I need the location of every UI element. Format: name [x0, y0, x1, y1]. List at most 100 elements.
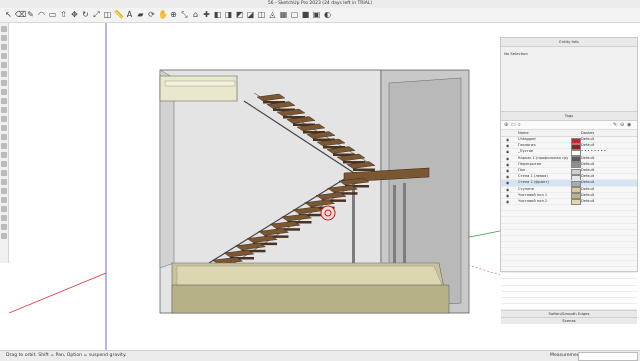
tag-tool-icon[interactable]: ✎ [613, 122, 617, 128]
tag-dashes[interactable]: • • • • • • • • [581, 149, 606, 154]
left-tool-icon[interactable] [1, 107, 7, 113]
left-tool-icon[interactable] [1, 224, 7, 230]
search-icon[interactable]: ⌕ [518, 122, 521, 128]
model-canvas[interactable] [8, 23, 501, 350]
visibility-eye-icon[interactable]: ◉ [506, 199, 509, 204]
pan-icon[interactable]: ✋ [158, 10, 168, 19]
left-tool-icon[interactable] [1, 35, 7, 41]
left-tool-icon[interactable] [1, 197, 7, 203]
left-tool-icon[interactable] [1, 179, 7, 185]
text-icon[interactable]: A [125, 10, 134, 19]
main-toolbar: ↖ ⌫ ✎ ◠ ▭ ⇧ ✥ ↻ ⤢ ◫ 📏 A ▰ ⟳ ✋ ⊕ ⤡ ⌂ ✚ ◧ ◨ ◩ ◪ ◫ ◬ ▦ ▢ ■ ▣ ◐ [0, 8, 640, 23]
tag-color-swatch[interactable] [571, 199, 581, 206]
right-view-icon[interactable]: ◪ [246, 10, 255, 19]
tag-dashes[interactable]: Default [581, 156, 594, 161]
eraser-icon[interactable]: ⌫ [15, 10, 26, 19]
red-axis [8, 272, 107, 314]
tag-dashes[interactable]: Default [581, 174, 594, 179]
visibility-eye-icon[interactable]: ◉ [506, 187, 509, 192]
xray-icon[interactable]: ▦ [279, 10, 288, 19]
arc-icon[interactable]: ◠ [37, 10, 46, 19]
add-folder-icon[interactable]: ▭ [511, 122, 516, 128]
iso-view-icon[interactable]: ◧ [213, 10, 222, 19]
left-tool-icon[interactable] [1, 134, 7, 140]
tag-dashes[interactable]: Default [581, 193, 594, 198]
entity-info-header[interactable]: Entity Info [501, 38, 637, 47]
visibility-eye-icon[interactable]: ◉ [506, 143, 509, 148]
selection-label: No Selection [504, 51, 528, 56]
left-tool-icon[interactable] [1, 215, 7, 221]
window-title: 56 - SketchUp Pro 2023 (24 days left in … [267, 1, 373, 6]
left-tool-icon[interactable] [1, 170, 7, 176]
zoom-icon[interactable]: ⊕ [169, 10, 178, 19]
left-tool-icon[interactable] [1, 116, 7, 122]
tag-name: Каркас 1 (профильная труба 100х... [518, 155, 568, 160]
zoom-extents-icon[interactable]: ⤡ [180, 10, 189, 19]
top-view-icon[interactable]: ◨ [224, 10, 233, 19]
extension-icon[interactable]: ✚ [202, 10, 211, 19]
rotate-icon[interactable]: ↻ [81, 10, 90, 19]
rectangle-icon[interactable]: ▭ [48, 10, 57, 19]
left-tool-icon[interactable] [1, 89, 7, 95]
monochrome-icon[interactable]: ◐ [323, 10, 332, 19]
visibility-eye-icon[interactable]: ◉ [506, 180, 509, 185]
left-tool-icon[interactable] [1, 80, 7, 86]
visibility-eye-icon[interactable]: ◉ [506, 162, 509, 167]
tag-name: _Пустое [518, 149, 534, 154]
move-icon[interactable]: ✥ [70, 10, 79, 19]
warehouse-icon[interactable]: ⌂ [191, 10, 200, 19]
delete-tag-icon[interactable]: ⊖ [620, 122, 624, 128]
select-icon[interactable]: ↖ [4, 10, 13, 19]
left-tool-icon[interactable] [1, 98, 7, 104]
left-tool-icon[interactable] [1, 62, 7, 68]
back-view-icon[interactable]: ◫ [257, 10, 266, 19]
left-tool-icon[interactable] [1, 206, 7, 212]
add-tag-icon[interactable]: ⊕ [504, 122, 508, 128]
pencil-icon[interactable]: ✎ [26, 10, 35, 19]
visibility-eye-icon[interactable]: ◉ [506, 156, 509, 161]
textured-icon[interactable]: ▣ [312, 10, 321, 19]
name-column-header[interactable]: Name [518, 131, 529, 135]
tag-dashes[interactable]: Default [581, 187, 594, 192]
tag-dashes[interactable]: Default [581, 162, 594, 167]
tag-dashes[interactable]: Default [581, 180, 594, 185]
left-tool-icon[interactable] [1, 188, 7, 194]
drawing-viewport[interactable] [8, 23, 501, 350]
tag-dashes[interactable]: Default [581, 137, 594, 142]
tag-row[interactable]: ◉ Чистовой пол 2 Default [501, 199, 637, 206]
left-tool-icon[interactable] [1, 26, 7, 32]
shaded-icon[interactable]: ■ [301, 10, 310, 19]
visibility-eye-icon[interactable]: ◉ [506, 174, 509, 179]
orbit-icon[interactable]: ⟳ [147, 10, 156, 19]
left-tool-icon[interactable] [1, 53, 7, 59]
left-tool-icon[interactable] [1, 125, 7, 131]
visibility-eye-icon[interactable]: ◉ [506, 168, 509, 173]
tape-measure-icon[interactable]: 📏 [114, 10, 124, 19]
visibility-eye-icon[interactable]: ◉ [506, 137, 509, 142]
dashes-column-header[interactable]: Dashes [581, 131, 594, 135]
wireframe-icon[interactable]: ▢ [290, 10, 299, 19]
tag-dashes[interactable]: Default [581, 168, 594, 173]
tag-dashes[interactable]: Default [581, 143, 594, 148]
scale-icon[interactable]: ⤢ [92, 10, 101, 19]
left-view-icon[interactable]: ◬ [268, 10, 277, 19]
visibility-eye-icon[interactable]: ◉ [506, 149, 509, 154]
front-view-icon[interactable]: ◩ [235, 10, 244, 19]
tag-name: Ступени [518, 186, 534, 191]
soften-edges-header[interactable]: Soften/Smooth Edges [501, 310, 637, 318]
left-tool-icon[interactable] [1, 71, 7, 77]
paint-bucket-icon[interactable]: ▰ [136, 10, 145, 19]
status-hint: Drag to orbit. Shift = Pan, Option = sus… [6, 353, 127, 358]
left-tool-icon[interactable] [1, 161, 7, 167]
tag-dashes[interactable]: Default [581, 199, 594, 204]
details-icon[interactable]: ◉ [627, 122, 631, 128]
push-pull-icon[interactable]: ⇧ [59, 10, 68, 19]
visibility-eye-icon[interactable]: ◉ [506, 193, 509, 198]
offset-icon[interactable]: ◫ [103, 10, 112, 19]
scenes-header[interactable]: Scenes [501, 317, 637, 325]
left-tool-icon[interactable] [1, 152, 7, 158]
left-tool-icon[interactable] [1, 233, 7, 239]
left-tool-icon[interactable] [1, 44, 7, 50]
left-tool-icon[interactable] [1, 143, 7, 149]
tags-header[interactable]: Tags [501, 112, 637, 121]
